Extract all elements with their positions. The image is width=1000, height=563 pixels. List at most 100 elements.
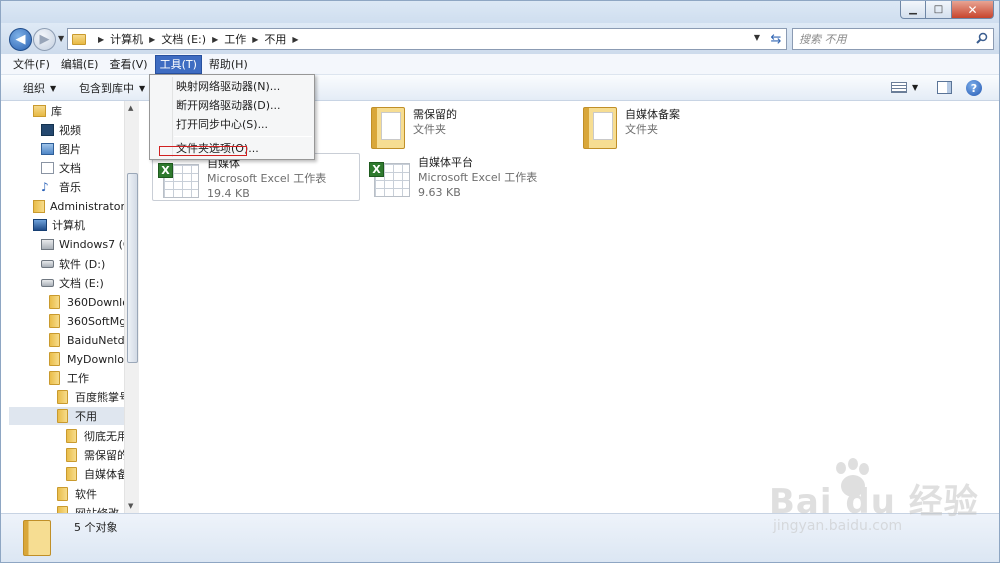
menu-edit[interactable]: 编辑(E) (57, 55, 103, 74)
tree-item-label: 计算机 (52, 219, 85, 232)
tree-item-unused[interactable]: 不用 (9, 407, 125, 425)
include-in-library-button[interactable]: 包含到库中 ▼ (79, 80, 145, 96)
refresh-button[interactable]: ⇆ (766, 28, 787, 50)
breadcrumb-separator-icon[interactable]: ▶ (292, 35, 298, 44)
content-item-media-platform-xlsx[interactable]: X 自媒体平台 Microsoft Excel 工作表 9.63 KB (369, 156, 538, 200)
user-folder-icon (33, 199, 45, 213)
navigation-row: ◀ ▶ ▼ ▶ 计算机 ▶ 文档 (E:) ▶ 工作 ▶ 不用 ▶ ▼ ⇆ 搜索… (1, 23, 999, 54)
back-button[interactable]: ◀ (9, 28, 32, 51)
chevron-down-icon: ▼ (912, 83, 919, 92)
tree-item-360softmgr[interactable]: 360SoftMgr (49, 312, 131, 330)
content-item-keep-folder[interactable]: 需保留的 文件夹 (371, 107, 457, 149)
scroll-down-icon[interactable]: ▼ (128, 502, 133, 510)
drive-icon (41, 260, 54, 268)
close-button[interactable]: ✕ (952, 1, 994, 19)
breadcrumb-separator-icon[interactable]: ▶ (149, 35, 155, 44)
search-input[interactable]: 搜索 不用 (792, 28, 994, 50)
content-item-media-filing-folder[interactable]: 自媒体备案 文件夹 (583, 107, 680, 149)
content-pane: 需保留的 文件夹 自媒体备案 文件夹 X 自媒体 Microsoft Excel… (140, 101, 999, 513)
menu-file[interactable]: 文件(F) (9, 55, 54, 74)
folder-icon (371, 107, 405, 149)
tree-item-label: Administrator (50, 199, 125, 213)
breadcrumb-separator-icon[interactable]: ▶ (98, 35, 104, 44)
picture-icon (41, 143, 54, 155)
tree-item-video[interactable]: 视频 (41, 121, 81, 139)
tree-item-work[interactable]: 工作 (49, 369, 89, 387)
tree-item-library[interactable]: 库 (33, 102, 62, 120)
search-icon[interactable] (976, 32, 988, 44)
menu-separator (174, 136, 312, 137)
excel-icon: X (369, 162, 410, 197)
tree-item-label: 不用 (75, 410, 97, 423)
folder-icon (57, 409, 68, 423)
minimize-button[interactable]: ▁ (900, 1, 926, 19)
tree-item-pictures[interactable]: 图片 (41, 140, 81, 158)
organize-button[interactable]: 组织 ▼ (23, 80, 56, 96)
breadcrumb-computer[interactable]: 计算机 (110, 31, 143, 47)
tree-item-label: 360SoftMgr (67, 314, 131, 328)
tree-item-label: 视频 (59, 124, 81, 137)
tree-item-administrator[interactable]: Administrator (33, 197, 125, 215)
tree-item-label: 工作 (67, 372, 89, 385)
help-icon[interactable]: ? (966, 80, 982, 96)
tree-item-drive-e[interactable]: 文档 (E:) (41, 274, 104, 292)
menu-open-sync-center[interactable]: 打开同步中心(S)... (176, 115, 268, 133)
tree-item-label: 图片 (59, 143, 81, 156)
folder-icon (49, 314, 60, 328)
video-icon (41, 124, 54, 136)
tree-item-label: 库 (51, 105, 62, 118)
tree-item-label: 文档 (59, 162, 81, 175)
forward-button[interactable]: ▶ (33, 28, 56, 51)
breadcrumb-drive-e[interactable]: 文档 (E:) (161, 31, 206, 47)
tree-item-software[interactable]: 软件 (57, 485, 97, 503)
address-bar[interactable]: ▶ 计算机 ▶ 文档 (E:) ▶ 工作 ▶ 不用 ▶ ▼ (67, 28, 767, 50)
item-name: 自媒体备案 (625, 108, 680, 121)
folder-icon (66, 429, 77, 443)
folder-icon (57, 487, 68, 501)
tree-item-website-edit[interactable]: 网站修改 (57, 504, 119, 513)
library-icon (33, 105, 46, 117)
address-history-dropdown-icon[interactable]: ▼ (754, 33, 760, 42)
item-type: Microsoft Excel 工作表 (418, 171, 538, 184)
recent-pages-dropdown-icon[interactable]: ▼ (58, 34, 64, 43)
tree-item-drive-d[interactable]: 软件 (D:) (41, 255, 105, 273)
change-view-button[interactable]: ▼ (891, 82, 918, 93)
content-item-media-xlsx[interactable]: X 自媒体 Microsoft Excel 工作表 19.4 KB (152, 153, 360, 201)
item-type: 文件夹 (413, 123, 446, 136)
windows-drive-icon (41, 238, 54, 250)
preview-pane-icon[interactable] (937, 81, 952, 94)
tree-item-keep[interactable]: 需保留的 (66, 446, 128, 464)
folder-icon (66, 467, 77, 481)
folder-icon (23, 520, 51, 556)
item-name: 需保留的 (413, 108, 457, 121)
tree-item-totally-useless[interactable]: 彻底无用 (66, 427, 128, 445)
tree-item-music[interactable]: ♪ 音乐 (41, 178, 81, 196)
tree-item-label: 音乐 (59, 181, 81, 194)
menu-view[interactable]: 查看(V) (105, 55, 151, 74)
menu-tools[interactable]: 工具(T) (154, 54, 202, 74)
breadcrumb-separator-icon[interactable]: ▶ (252, 35, 258, 44)
item-size: 9.63 KB (418, 186, 461, 199)
tree-item-computer[interactable]: 计算机 (33, 216, 85, 234)
document-icon (41, 162, 54, 174)
navpane-scrollbar[interactable]: ▲ ▼ (124, 101, 139, 513)
tree-item-label: 彻底无用 (84, 430, 128, 443)
tree-item-documents[interactable]: 文档 (41, 159, 81, 177)
navigation-pane: 库 视频 图片 文档 ♪ 音乐 Administrator 计算机 Window (1, 101, 139, 513)
menu-disconnect-network-drive[interactable]: 断开网络驱动器(D)... (176, 96, 281, 114)
breadcrumb-separator-icon[interactable]: ▶ (212, 35, 218, 44)
include-library-label: 包含到库中 (79, 82, 134, 95)
menu-help[interactable]: 帮助(H) (205, 55, 252, 74)
tree-item-label: 网站修改 (75, 505, 119, 513)
excel-icon: X (158, 163, 199, 198)
breadcrumb-work[interactable]: 工作 (224, 31, 246, 47)
watermark-url: jingyan.baidu.com (773, 518, 903, 534)
scroll-thumb[interactable] (127, 173, 138, 363)
chevron-down-icon: ▼ (50, 83, 57, 93)
breadcrumb-unused[interactable]: 不用 (264, 31, 286, 47)
scroll-up-icon[interactable]: ▲ (128, 104, 133, 112)
maximize-button[interactable]: □ (926, 1, 952, 19)
tree-item-label: 软件 (D:) (59, 258, 106, 271)
tree-item-baidu-xiongzhang[interactable]: 百度熊掌号 (57, 388, 130, 406)
menu-map-network-drive[interactable]: 映射网络驱动器(N)... (176, 77, 280, 95)
